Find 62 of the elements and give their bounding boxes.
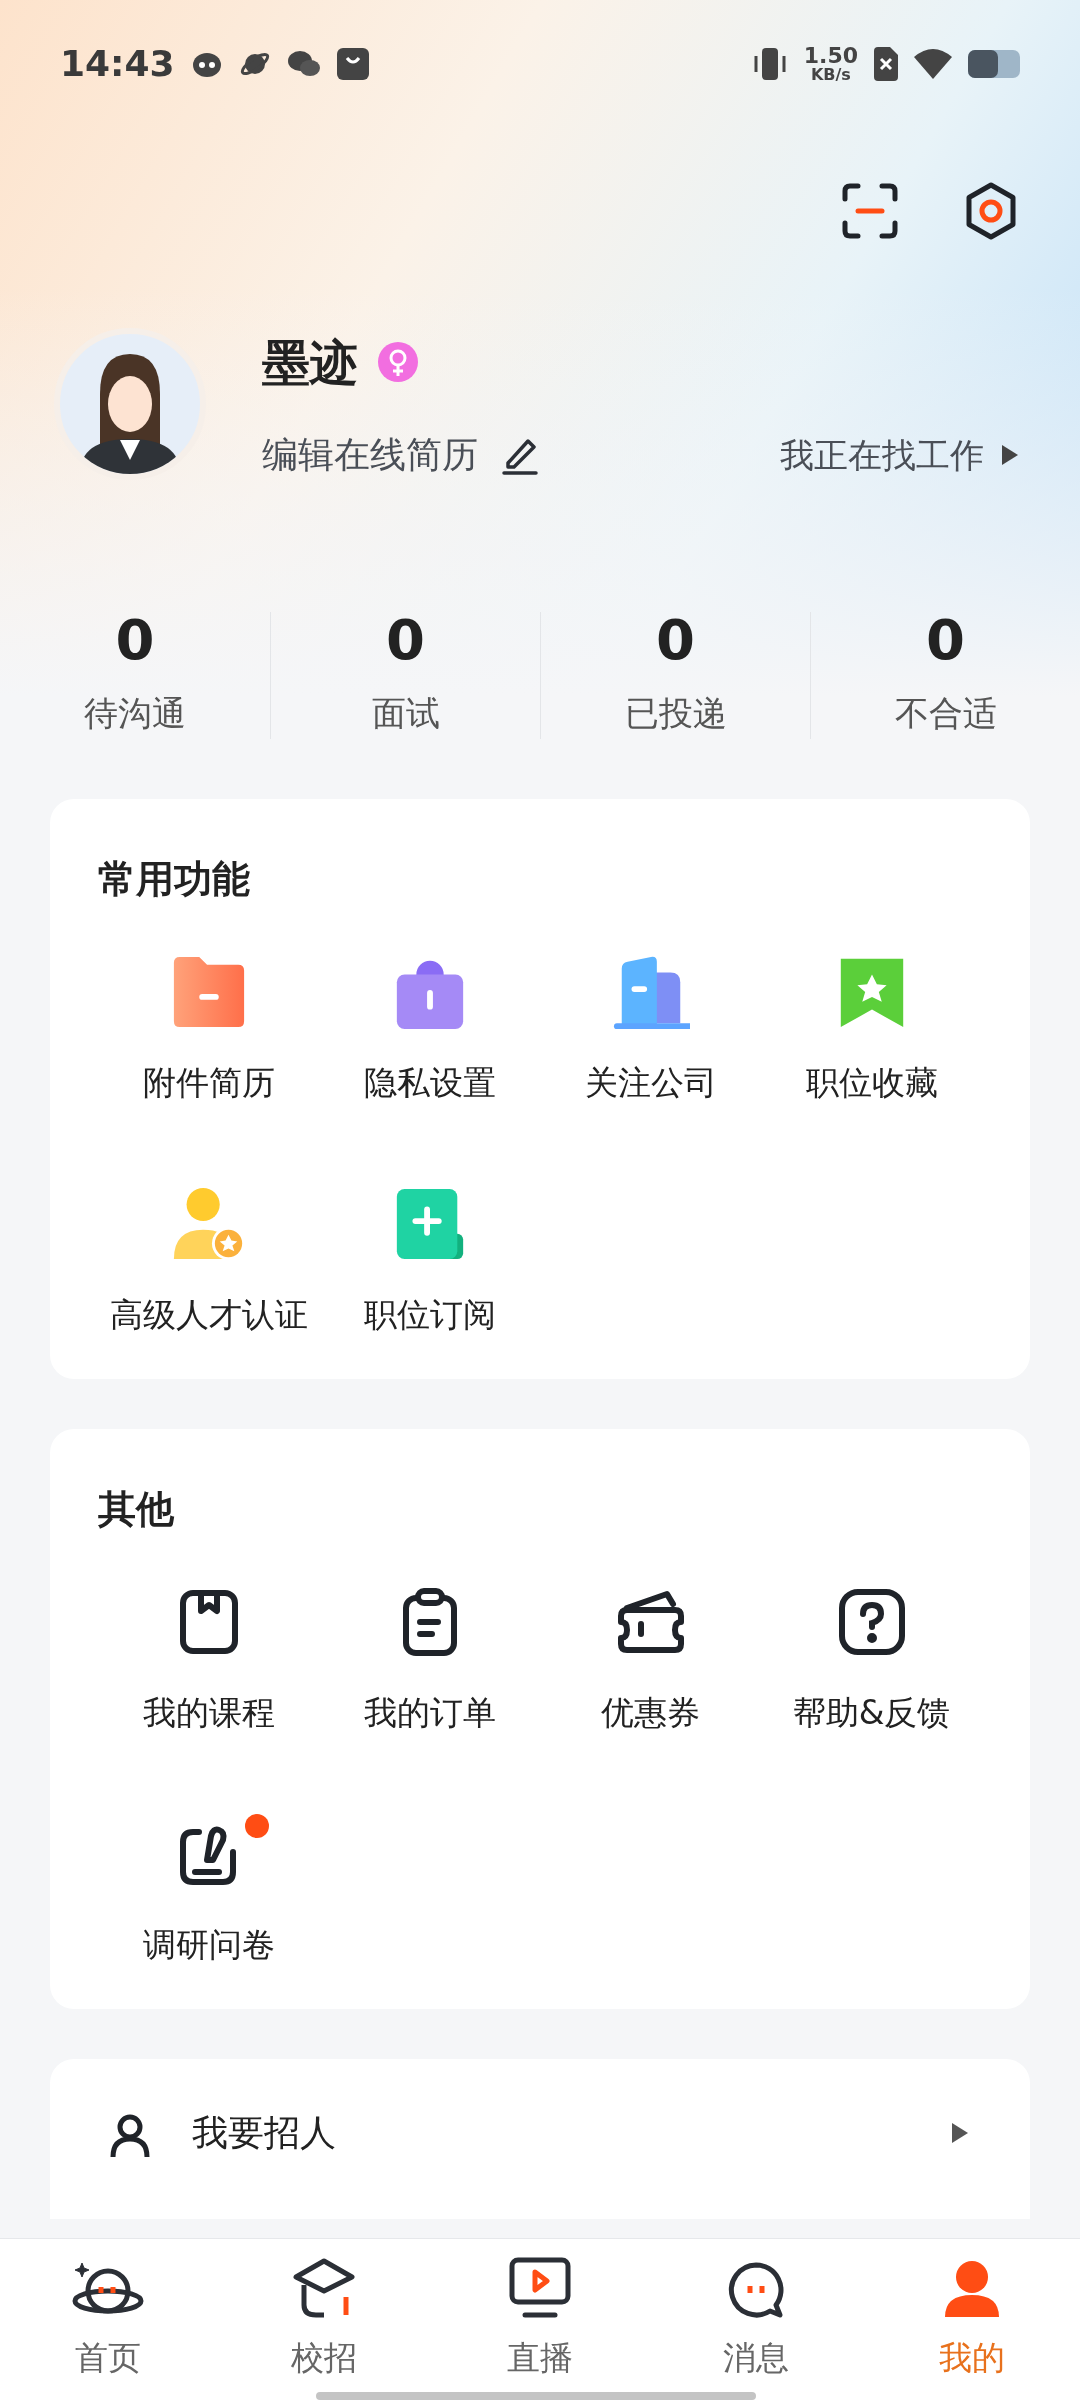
stat-label[interactable]: 不合适 — [894, 688, 997, 739]
sim-off-icon — [874, 47, 898, 81]
nav-tab[interactable]: 直播 — [432, 2239, 648, 2408]
feature-item[interactable]: 调研问卷 — [98, 1813, 319, 1969]
feature-label: 关注公司 — [584, 1062, 717, 1104]
stat-label[interactable]: 待沟通 — [84, 688, 186, 739]
caret-icon — [1000, 443, 1020, 467]
feature-label: 我的课程 — [142, 1692, 275, 1734]
feature-item[interactable]: 隐私设置 — [319, 952, 540, 1108]
feature-item[interactable]: 关注公司 — [540, 952, 761, 1108]
female-icon — [378, 342, 418, 382]
feature-item[interactable]: 高级人才认证 — [98, 1183, 319, 1339]
user-name: 墨迹 — [262, 333, 358, 392]
stat-count[interactable]: 0 — [115, 612, 155, 668]
feature-item[interactable]: 职位订阅 — [319, 1183, 540, 1339]
chat-bubble-icon — [727, 2260, 785, 2319]
feature-label: 隐私设置 — [363, 1062, 496, 1104]
feature-item[interactable]: 帮助&反馈 — [761, 1582, 982, 1738]
speed-unit: KB/s — [810, 67, 851, 83]
help-icon — [838, 1589, 905, 1655]
recruit-row[interactable]: 我要招人 — [50, 2059, 1030, 2219]
recruit-label: 我要招人 — [192, 2111, 336, 2155]
ticket-icon — [616, 1590, 685, 1654]
section-title: 其他 — [98, 1486, 175, 1533]
feature-label: 我的订单 — [363, 1692, 496, 1734]
feature-item[interactable]: 我的订单 — [319, 1582, 540, 1738]
chat-notification-icon — [286, 49, 321, 79]
nav-tab[interactable]: 首页 — [0, 2239, 216, 2408]
feature-label: 职位订阅 — [363, 1293, 496, 1336]
nav-tab[interactable]: 校招 — [216, 2239, 432, 2408]
bag-notification-icon — [336, 48, 369, 80]
job-status-link[interactable]: 我正在找工作 — [780, 429, 984, 481]
feature-item[interactable]: 优惠券 — [540, 1582, 761, 1738]
feature-label: 调研问卷 — [142, 1923, 275, 1966]
stat-count[interactable]: 0 — [926, 612, 965, 668]
book-icon — [178, 1589, 239, 1655]
battery-icon — [968, 50, 1020, 78]
play-screen-icon — [509, 2256, 571, 2319]
person-icon — [943, 2258, 1001, 2319]
clipboard-icon — [401, 1588, 458, 1656]
feature-item[interactable]: 附件简历 — [98, 952, 319, 1108]
feature-item[interactable]: 我的课程 — [98, 1582, 319, 1738]
scan-icon — [842, 183, 898, 239]
caret-icon — [950, 2121, 970, 2145]
stat-count[interactable]: 0 — [656, 612, 695, 668]
feature-label: 高级人才认证 — [109, 1293, 308, 1336]
stat-count[interactable]: 0 — [386, 612, 425, 668]
nav-tab[interactable]: 消息 — [648, 2239, 864, 2408]
feature-label: 职位收藏 — [805, 1062, 938, 1104]
feature-label: 优惠券 — [601, 1692, 700, 1734]
wifi-icon — [914, 49, 952, 79]
feature-label: 帮助&反馈 — [792, 1692, 951, 1734]
stat-label[interactable]: 已投递 — [624, 688, 727, 739]
stat-label[interactable]: 面试 — [371, 688, 440, 739]
network-speed: 1.50 — [803, 45, 858, 67]
app-notification-icon — [190, 50, 223, 78]
feature-label: 附件简历 — [142, 1062, 275, 1104]
edit-resume-link[interactable]: 编辑在线简历 — [262, 428, 478, 482]
section-title: 常用功能 — [98, 856, 251, 903]
feature-item[interactable]: 职位收藏 — [761, 952, 982, 1108]
graduation-cap-icon — [292, 2256, 356, 2319]
status-time: 14:43 — [60, 42, 175, 86]
